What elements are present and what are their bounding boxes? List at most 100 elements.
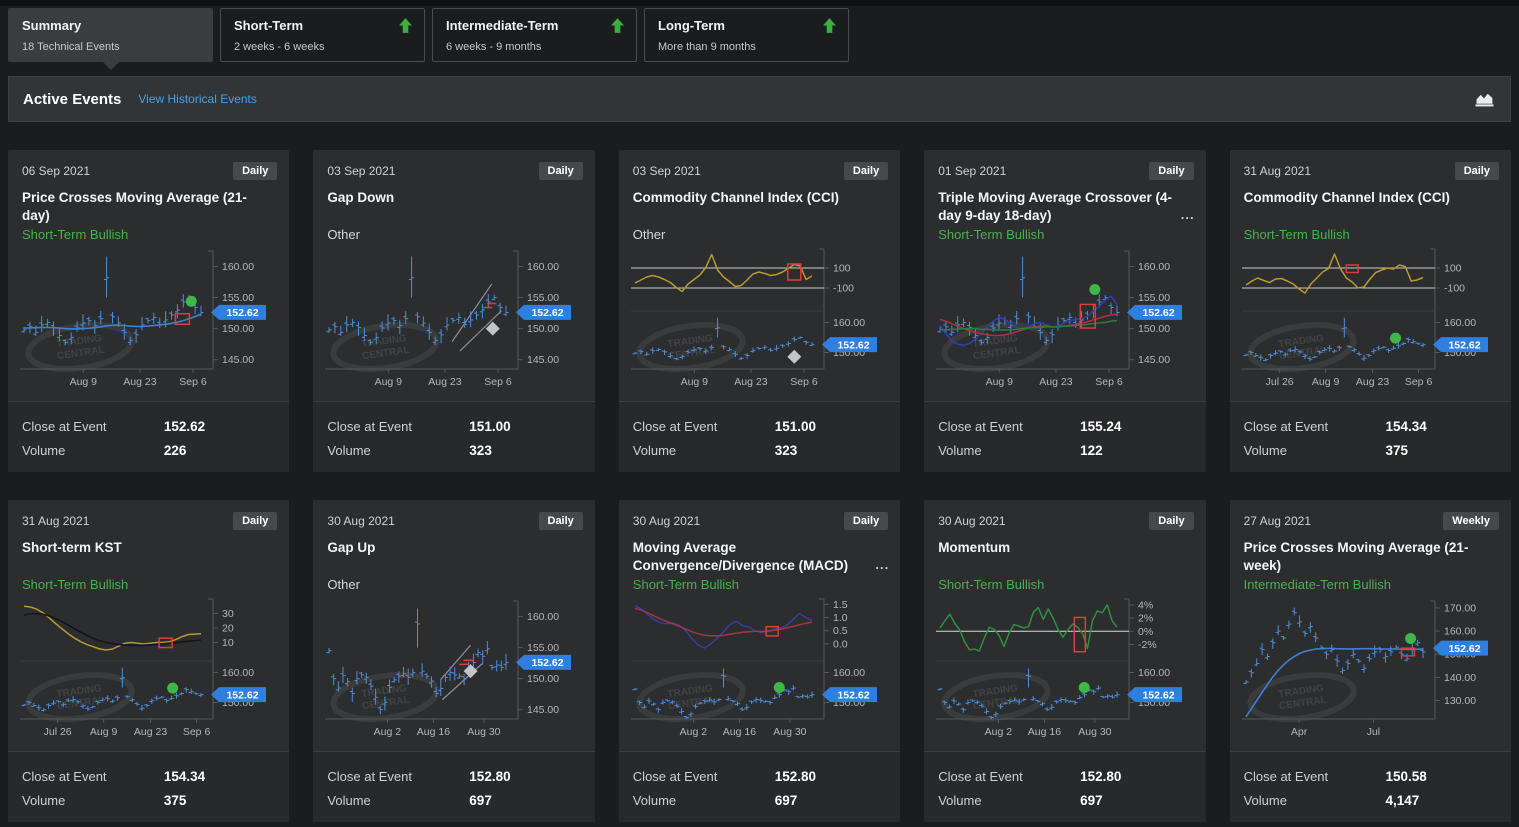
sentiment-label: Short-Term Bullish	[8, 227, 289, 242]
card-footer: Close at Event 152.80 Volume 697	[619, 751, 900, 822]
volume-row: Volume 697	[327, 793, 580, 808]
close-at-event-label: Close at Event	[938, 769, 1080, 784]
event-date: 06 Sep 2021	[22, 162, 90, 178]
svg-text:Aug 16: Aug 16	[723, 726, 756, 738]
sentiment-label: Other	[313, 577, 594, 592]
event-card[interactable]: 06 Sep 2021 Daily Price Crosses Moving A…	[8, 150, 289, 472]
event-card[interactable]: 31 Aug 2021 Daily Commodity Channel Inde…	[1230, 150, 1511, 472]
card-header: 30 Aug 2021 Daily	[619, 500, 900, 530]
event-title: Price Crosses Moving Average (21-week) .…	[1230, 539, 1511, 576]
mini-chart: TRADINGCENTRALJul 26Aug 9Aug 23Sep 6100-…	[1230, 245, 1511, 391]
event-card[interactable]: 27 Aug 2021 Weekly Price Crosses Moving …	[1230, 500, 1511, 822]
svg-text:145.00: 145.00	[527, 354, 559, 366]
periodicity-badge: Daily	[539, 512, 583, 530]
card-footer: Close at Event 152.80 Volume 697	[313, 751, 594, 822]
event-card[interactable]: 30 Aug 2021 Daily Momentum ... Short-Ter…	[924, 500, 1205, 822]
mini-chart: TRADINGCENTRALAprJul170.00160.00150.0014…	[1230, 595, 1511, 741]
svg-text:4%: 4%	[1138, 599, 1153, 611]
area-chart-icon[interactable]	[1474, 90, 1496, 108]
event-date: 27 Aug 2021	[1244, 512, 1311, 528]
close-at-event-row: Close at Event 151.00	[327, 419, 580, 434]
svg-text:Sep 6: Sep 6	[485, 376, 513, 388]
close-at-event-label: Close at Event	[22, 419, 164, 434]
card-header: 06 Sep 2021 Daily	[8, 150, 289, 180]
volume-label: Volume	[633, 793, 775, 808]
event-title: Gap Down ...	[313, 189, 594, 226]
svg-text:160.00: 160.00	[833, 317, 865, 329]
event-card[interactable]: 03 Sep 2021 Daily Commodity Channel Inde…	[619, 150, 900, 472]
close-at-event-label: Close at Event	[633, 769, 775, 784]
event-title-text: Gap Up	[327, 540, 375, 555]
term-tab-long-term[interactable]: Long-Term More than 9 months	[644, 8, 849, 62]
mini-chart: TRADINGCENTRALAug 2Aug 16Aug 304%2%0%-2%…	[924, 595, 1205, 741]
event-date: 03 Sep 2021	[327, 162, 395, 178]
close-at-event-row: Close at Event 152.62	[22, 419, 275, 434]
svg-text:1.5: 1.5	[833, 599, 848, 611]
close-at-event-row: Close at Event 150.58	[1244, 769, 1497, 784]
svg-text:0.0: 0.0	[833, 638, 848, 650]
svg-text:130.00: 130.00	[1444, 695, 1476, 707]
event-card[interactable]: 30 Aug 2021 Daily Moving Average Converg…	[619, 500, 900, 822]
event-title: Price Crosses Moving Average (21-day) ..…	[8, 189, 289, 226]
event-date: 30 Aug 2021	[938, 512, 1005, 528]
event-title: Triple Moving Average Crossover (4-day 9…	[924, 189, 1205, 226]
term-tab-short-term[interactable]: Short-Term 2 weeks - 6 weeks	[220, 8, 425, 62]
volume-value: 697	[775, 793, 798, 808]
event-card[interactable]: 30 Aug 2021 Daily Gap Up ... Other TRADI…	[313, 500, 594, 822]
bullish-up-arrow-icon	[823, 18, 836, 33]
svg-text:Sep 6: Sep 6	[1095, 376, 1123, 388]
card-header: 27 Aug 2021 Weekly	[1230, 500, 1511, 530]
svg-text:160.00: 160.00	[1138, 667, 1170, 679]
sentiment-label: Short-Term Bullish	[924, 577, 1205, 592]
mini-chart: TRADINGCENTRALAug 9Aug 23Sep 6160.00155.…	[313, 245, 594, 391]
volume-value: 323	[775, 443, 798, 458]
volume-row: Volume 697	[633, 793, 886, 808]
title-overflow-ellipsis[interactable]: ...	[1181, 206, 1195, 224]
periodicity-badge: Daily	[233, 512, 277, 530]
svg-text:Sep 6: Sep 6	[179, 376, 207, 388]
svg-text:145.00: 145.00	[1138, 354, 1170, 366]
svg-text:160.00: 160.00	[222, 261, 254, 273]
volume-row: Volume 226	[22, 443, 275, 458]
svg-text:0%: 0%	[1138, 626, 1153, 638]
card-footer: Close at Event 154.34 Volume 375	[1230, 401, 1511, 472]
svg-text:152.62: 152.62	[1143, 689, 1175, 701]
active-events-header: Active Events View Historical Events	[8, 76, 1511, 122]
volume-row: Volume 323	[327, 443, 580, 458]
svg-text:155.00: 155.00	[1138, 292, 1170, 304]
svg-text:150.00: 150.00	[222, 323, 254, 335]
view-historical-events-link[interactable]: View Historical Events	[138, 92, 257, 106]
volume-row: Volume 122	[938, 443, 1191, 458]
sentiment-label: Short-Term Bullish	[924, 227, 1205, 242]
event-card[interactable]: 03 Sep 2021 Daily Gap Down ... Other TRA…	[313, 150, 594, 472]
event-title: Gap Up ...	[313, 539, 594, 576]
event-title-text: Gap Down	[327, 190, 394, 205]
svg-text:152.62: 152.62	[837, 689, 869, 701]
svg-text:1.0: 1.0	[833, 612, 848, 624]
svg-text:155.00: 155.00	[527, 292, 559, 304]
svg-text:160.00: 160.00	[527, 611, 559, 623]
svg-text:0.5: 0.5	[833, 625, 848, 637]
svg-text:152.62: 152.62	[837, 339, 869, 351]
volume-row: Volume 323	[633, 443, 886, 458]
event-title-text: Triple Moving Average Crossover (4-day 9…	[938, 190, 1172, 223]
close-at-event-row: Close at Event 152.80	[633, 769, 886, 784]
event-card[interactable]: 31 Aug 2021 Daily Short-term KST ... Sho…	[8, 500, 289, 822]
svg-text:-100: -100	[1444, 283, 1465, 295]
title-overflow-ellipsis[interactable]: ...	[875, 556, 889, 574]
mini-chart: TRADINGCENTRALAug 9Aug 23Sep 6100-100160…	[619, 245, 900, 391]
term-tab-summary[interactable]: Summary 18 Technical Events	[8, 8, 213, 62]
event-title: Momentum ...	[924, 539, 1205, 576]
card-header: 30 Aug 2021 Daily	[924, 500, 1205, 530]
tab-label: Long-Term	[658, 18, 725, 33]
close-at-event-value: 151.00	[469, 419, 510, 434]
svg-text:100: 100	[1444, 263, 1462, 275]
event-title: Moving Average Convergence/Divergence (M…	[619, 539, 900, 576]
tab-top-row: Short-Term	[234, 18, 412, 33]
event-card[interactable]: 01 Sep 2021 Daily Triple Moving Average …	[924, 150, 1205, 472]
svg-text:Aug 16: Aug 16	[1028, 726, 1061, 738]
term-tab-intermediate-term[interactable]: Intermediate-Term 6 weeks - 9 months	[432, 8, 637, 62]
periodicity-badge: Daily	[844, 512, 888, 530]
card-footer: Close at Event 150.58 Volume 4,147	[1230, 751, 1511, 822]
svg-text:145.00: 145.00	[527, 704, 559, 716]
